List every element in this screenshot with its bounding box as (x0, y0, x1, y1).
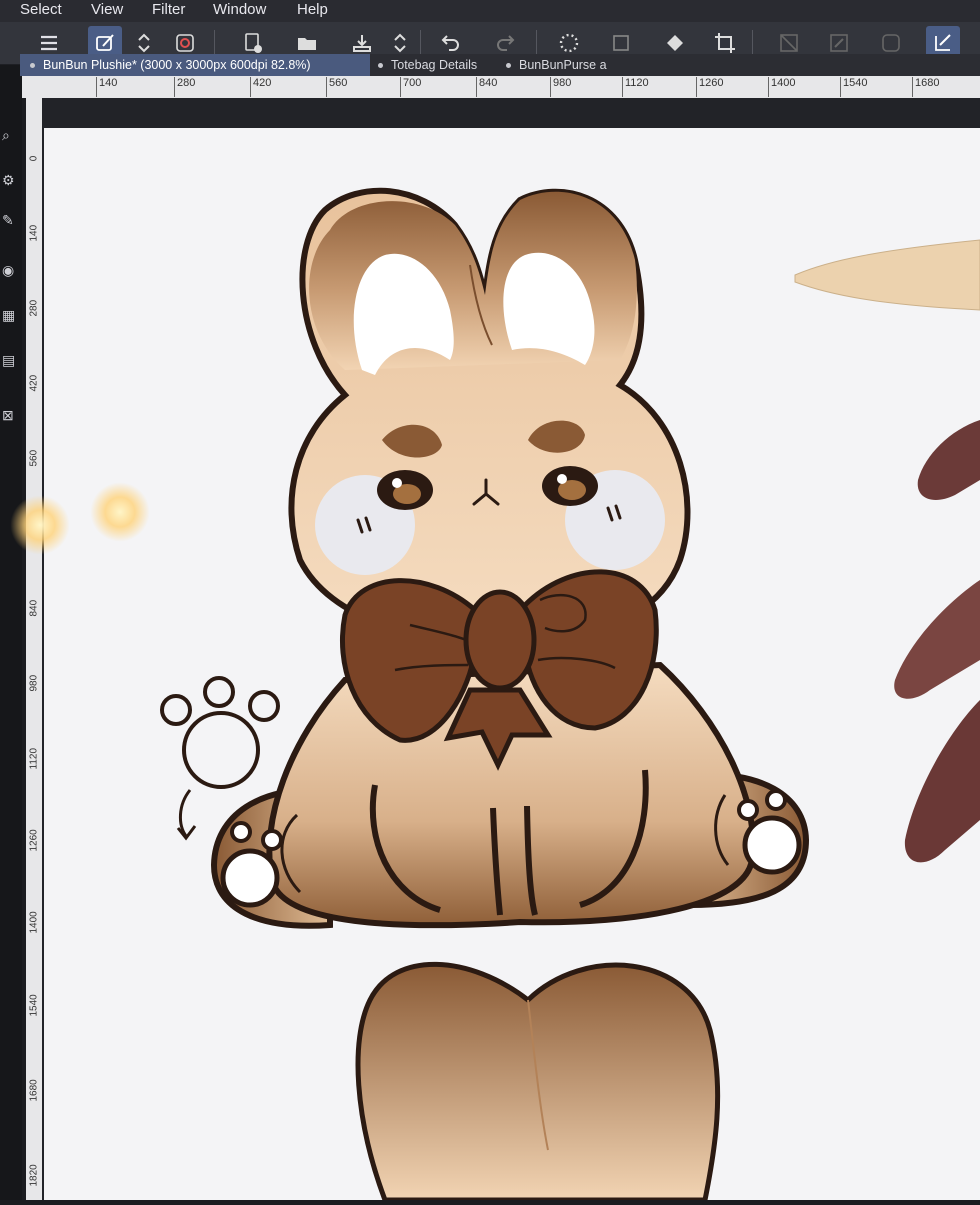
grid-icon[interactable]: ▦ (2, 307, 16, 323)
light-glare (90, 482, 150, 542)
horizontal-ruler: 140 280 420 560 700 840 980 1120 1260 14… (22, 76, 980, 98)
ruler-tick: 1260 (696, 77, 723, 97)
ruler-tick: 840 (28, 599, 40, 617)
ruler-tick: 1400 (768, 77, 795, 97)
ruler-tick: 280 (28, 299, 40, 317)
ruler-tick: 140 (96, 77, 117, 97)
ruler-tick: 1120 (622, 77, 649, 97)
menu-filter[interactable]: Filter (152, 1, 185, 18)
hand-fingers (894, 420, 980, 863)
light-glare (10, 495, 70, 555)
ruler-tick: 420 (250, 77, 271, 97)
gear-icon[interactable]: ⚙ (2, 172, 16, 188)
bunny-back-piece (355, 961, 721, 1203)
tab-label: BunBun Plushie* (3000 x 3000px 600dpi 82… (43, 58, 311, 72)
ruler-tick: 840 (476, 77, 497, 97)
ruler-tick: 0 (28, 155, 40, 162)
vertical-ruler: 0 140 280 420 560 840 980 1120 1260 1400… (26, 98, 42, 1200)
ruler-tick: 560 (28, 449, 40, 467)
menu-help[interactable]: Help (297, 1, 328, 18)
bunny-head (288, 187, 691, 646)
ruler-tick: 1540 (28, 994, 40, 1017)
ruler-tick: 420 (28, 374, 40, 392)
ruler-tick: 700 (400, 77, 421, 97)
menu-view[interactable]: View (91, 1, 123, 18)
bunny-plushie-artwork (160, 187, 980, 1203)
drawing-canvas[interactable] (44, 128, 980, 1203)
brush-icon[interactable]: ✎ (2, 212, 16, 228)
ruler-tick: 1680 (912, 77, 939, 97)
document-tabs: BunBun Plushie* (3000 x 3000px 600dpi 82… (20, 54, 980, 76)
menu-window[interactable]: Window (213, 1, 266, 18)
left-tool-panel: ⌕ ⚙ ✎ ◉ ▦ ▤ ⊠ (0, 22, 22, 1200)
film-icon[interactable]: ▤ (2, 352, 16, 368)
stylus-pencil (794, 239, 980, 311)
tab-totebag-details[interactable]: Totebag Details (368, 54, 498, 76)
ruler-tick: 1820 (28, 1164, 40, 1187)
ruler-tick: 980 (28, 674, 40, 692)
ruler-tick: 980 (550, 77, 571, 97)
tab-label: BunBunPurse a (519, 58, 607, 72)
ruler-tick: 1400 (28, 911, 40, 934)
ruler-tick: 1260 (28, 829, 40, 852)
ruler-tick: 1680 (28, 1079, 40, 1102)
ruler-tick: 1120 (28, 747, 40, 770)
close-box-icon[interactable]: ⊠ (2, 407, 16, 423)
tab-bunbunpurse[interactable]: BunBunPurse a (496, 54, 630, 76)
ruler-tick: 1540 (840, 77, 867, 97)
search-icon[interactable]: ⌕ (2, 127, 16, 143)
ruler-tick: 560 (326, 77, 347, 97)
ruler-tick: 140 (28, 224, 40, 242)
layer-icon[interactable]: ◉ (2, 262, 16, 278)
ruler-tick: 280 (174, 77, 195, 97)
tab-bunbun-plushie[interactable]: BunBun Plushie* (3000 x 3000px 600dpi 82… (20, 54, 370, 76)
tab-label: Totebag Details (391, 58, 478, 72)
menu-bar: Select View Filter Window Help (0, 0, 980, 22)
menu-select[interactable]: Select (20, 1, 62, 18)
